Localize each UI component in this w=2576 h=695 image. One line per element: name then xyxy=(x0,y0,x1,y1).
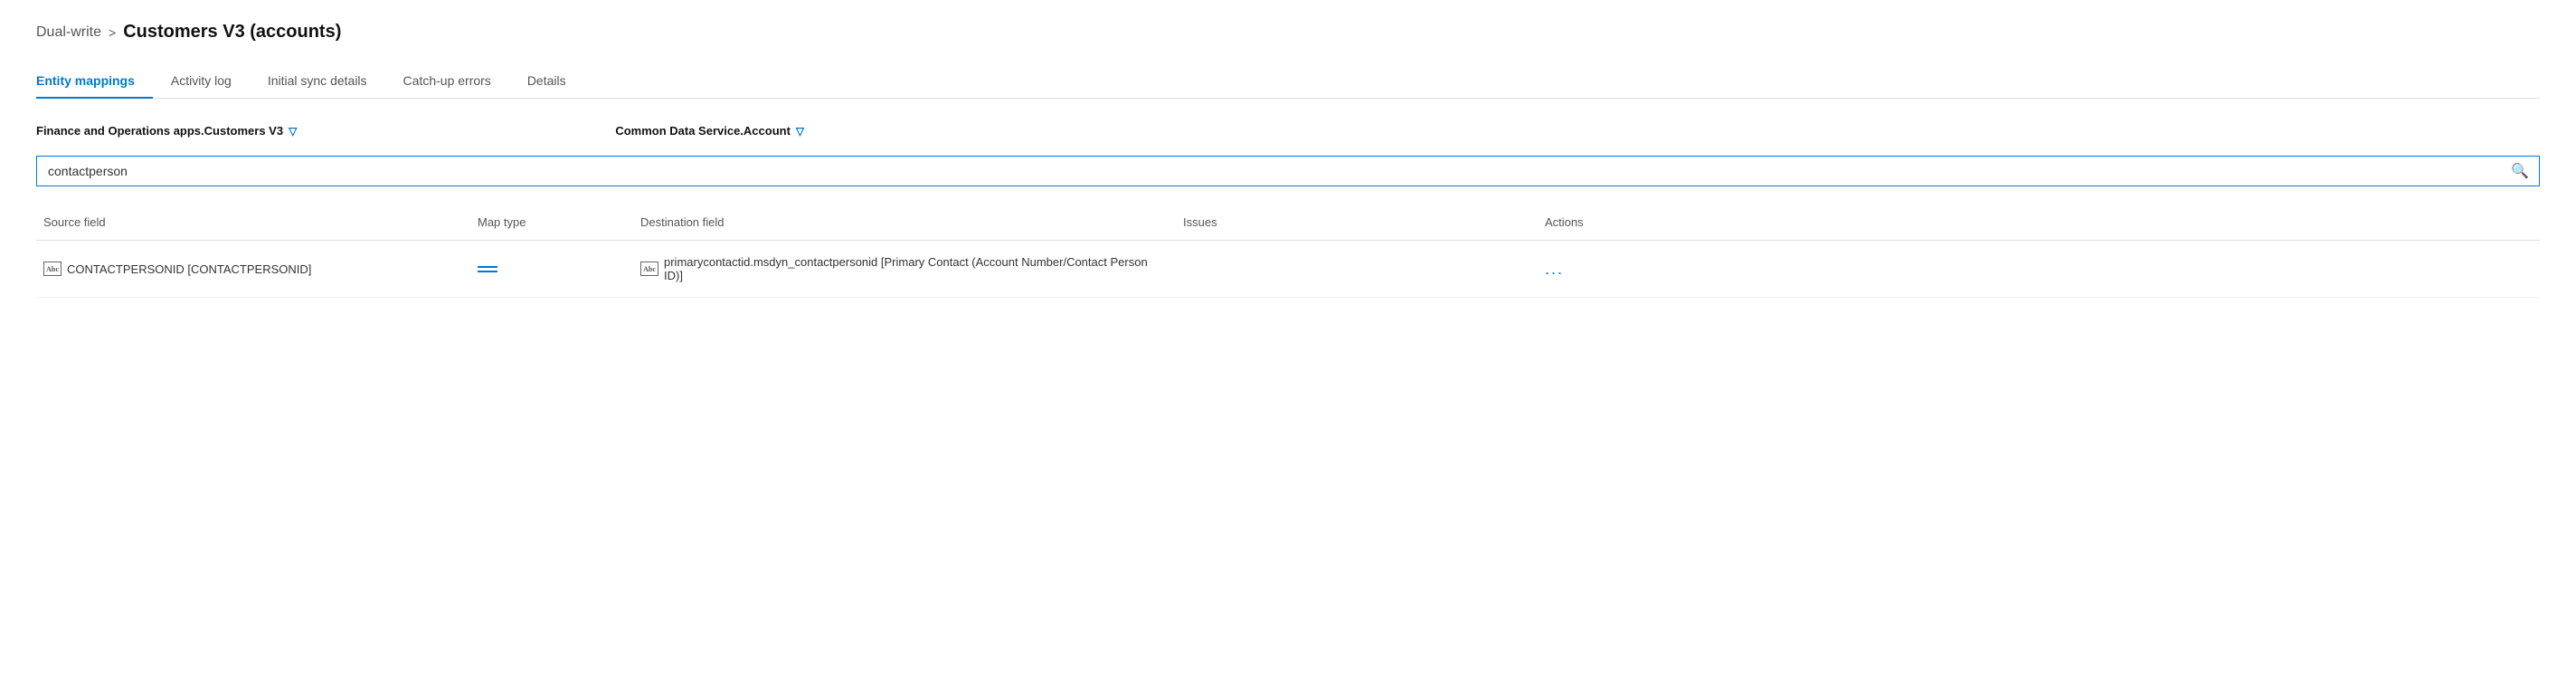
source-field-value: CONTACTPERSONID [CONTACTPERSONID] xyxy=(67,262,311,276)
dest-field-value: primarycontactid.msdyn_contactpersonid [… xyxy=(664,255,1169,282)
tab-activity-log[interactable]: Activity log xyxy=(153,64,250,99)
source-column-label: Finance and Operations apps.Customers V3 xyxy=(36,124,283,138)
cell-source-field: Abc CONTACTPERSONID [CONTACTPERSONID] xyxy=(36,258,470,280)
search-input[interactable] xyxy=(36,156,2540,186)
table-container: Source field Map type Destination field … xyxy=(36,205,2540,298)
table-row: Abc CONTACTPERSONID [CONTACTPERSONID] Ab… xyxy=(36,241,2540,298)
breadcrumb-separator: > xyxy=(109,25,116,40)
col-header-maptype: Map type xyxy=(470,212,633,233)
col-header-issues: Issues xyxy=(1176,212,1538,233)
dest-column-header: Common Data Service.Account ▽ xyxy=(615,124,804,138)
source-column-header: Finance and Operations apps.Customers V3… xyxy=(36,124,297,138)
search-bar-container: 🔍 xyxy=(36,156,2540,186)
tab-initial-sync[interactable]: Initial sync details xyxy=(250,64,385,99)
cell-actions: ... xyxy=(1538,256,1809,282)
dest-column-label: Common Data Service.Account xyxy=(615,124,791,138)
source-type-icon: Abc xyxy=(43,262,62,276)
col-header-dest: Destination field xyxy=(633,212,1176,233)
map-type-line-1 xyxy=(478,266,497,268)
map-type-direct-icon[interactable] xyxy=(478,266,497,272)
tab-details[interactable]: Details xyxy=(509,64,584,99)
col-header-source: Source field xyxy=(36,212,470,233)
cell-map-type xyxy=(470,262,633,276)
table-header-row: Source field Map type Destination field … xyxy=(36,205,2540,241)
breadcrumb-current: Customers V3 (accounts) xyxy=(123,22,341,43)
dest-type-icon: Abc xyxy=(640,262,658,276)
map-type-line-2 xyxy=(478,271,497,272)
cell-dest-field: Abc primarycontactid.msdyn_contactperson… xyxy=(633,252,1176,286)
tabs-container: Entity mappings Activity log Initial syn… xyxy=(36,64,2540,99)
column-headers-row: Finance and Operations apps.Customers V3… xyxy=(36,124,2540,138)
breadcrumb-parent[interactable]: Dual-write xyxy=(36,24,101,41)
search-icon[interactable]: 🔍 xyxy=(2511,162,2529,180)
page-container: Dual-write > Customers V3 (accounts) Ent… xyxy=(0,0,2576,319)
source-filter-icon[interactable]: ▽ xyxy=(289,125,297,138)
tab-entity-mappings[interactable]: Entity mappings xyxy=(36,64,153,99)
actions-menu-button[interactable]: ... xyxy=(1545,260,1564,279)
tab-catchup-errors[interactable]: Catch-up errors xyxy=(385,64,509,99)
dest-filter-icon[interactable]: ▽ xyxy=(796,125,804,138)
breadcrumb: Dual-write > Customers V3 (accounts) xyxy=(36,22,2540,43)
cell-issues xyxy=(1176,265,1538,272)
col-header-actions: Actions xyxy=(1538,212,1809,233)
